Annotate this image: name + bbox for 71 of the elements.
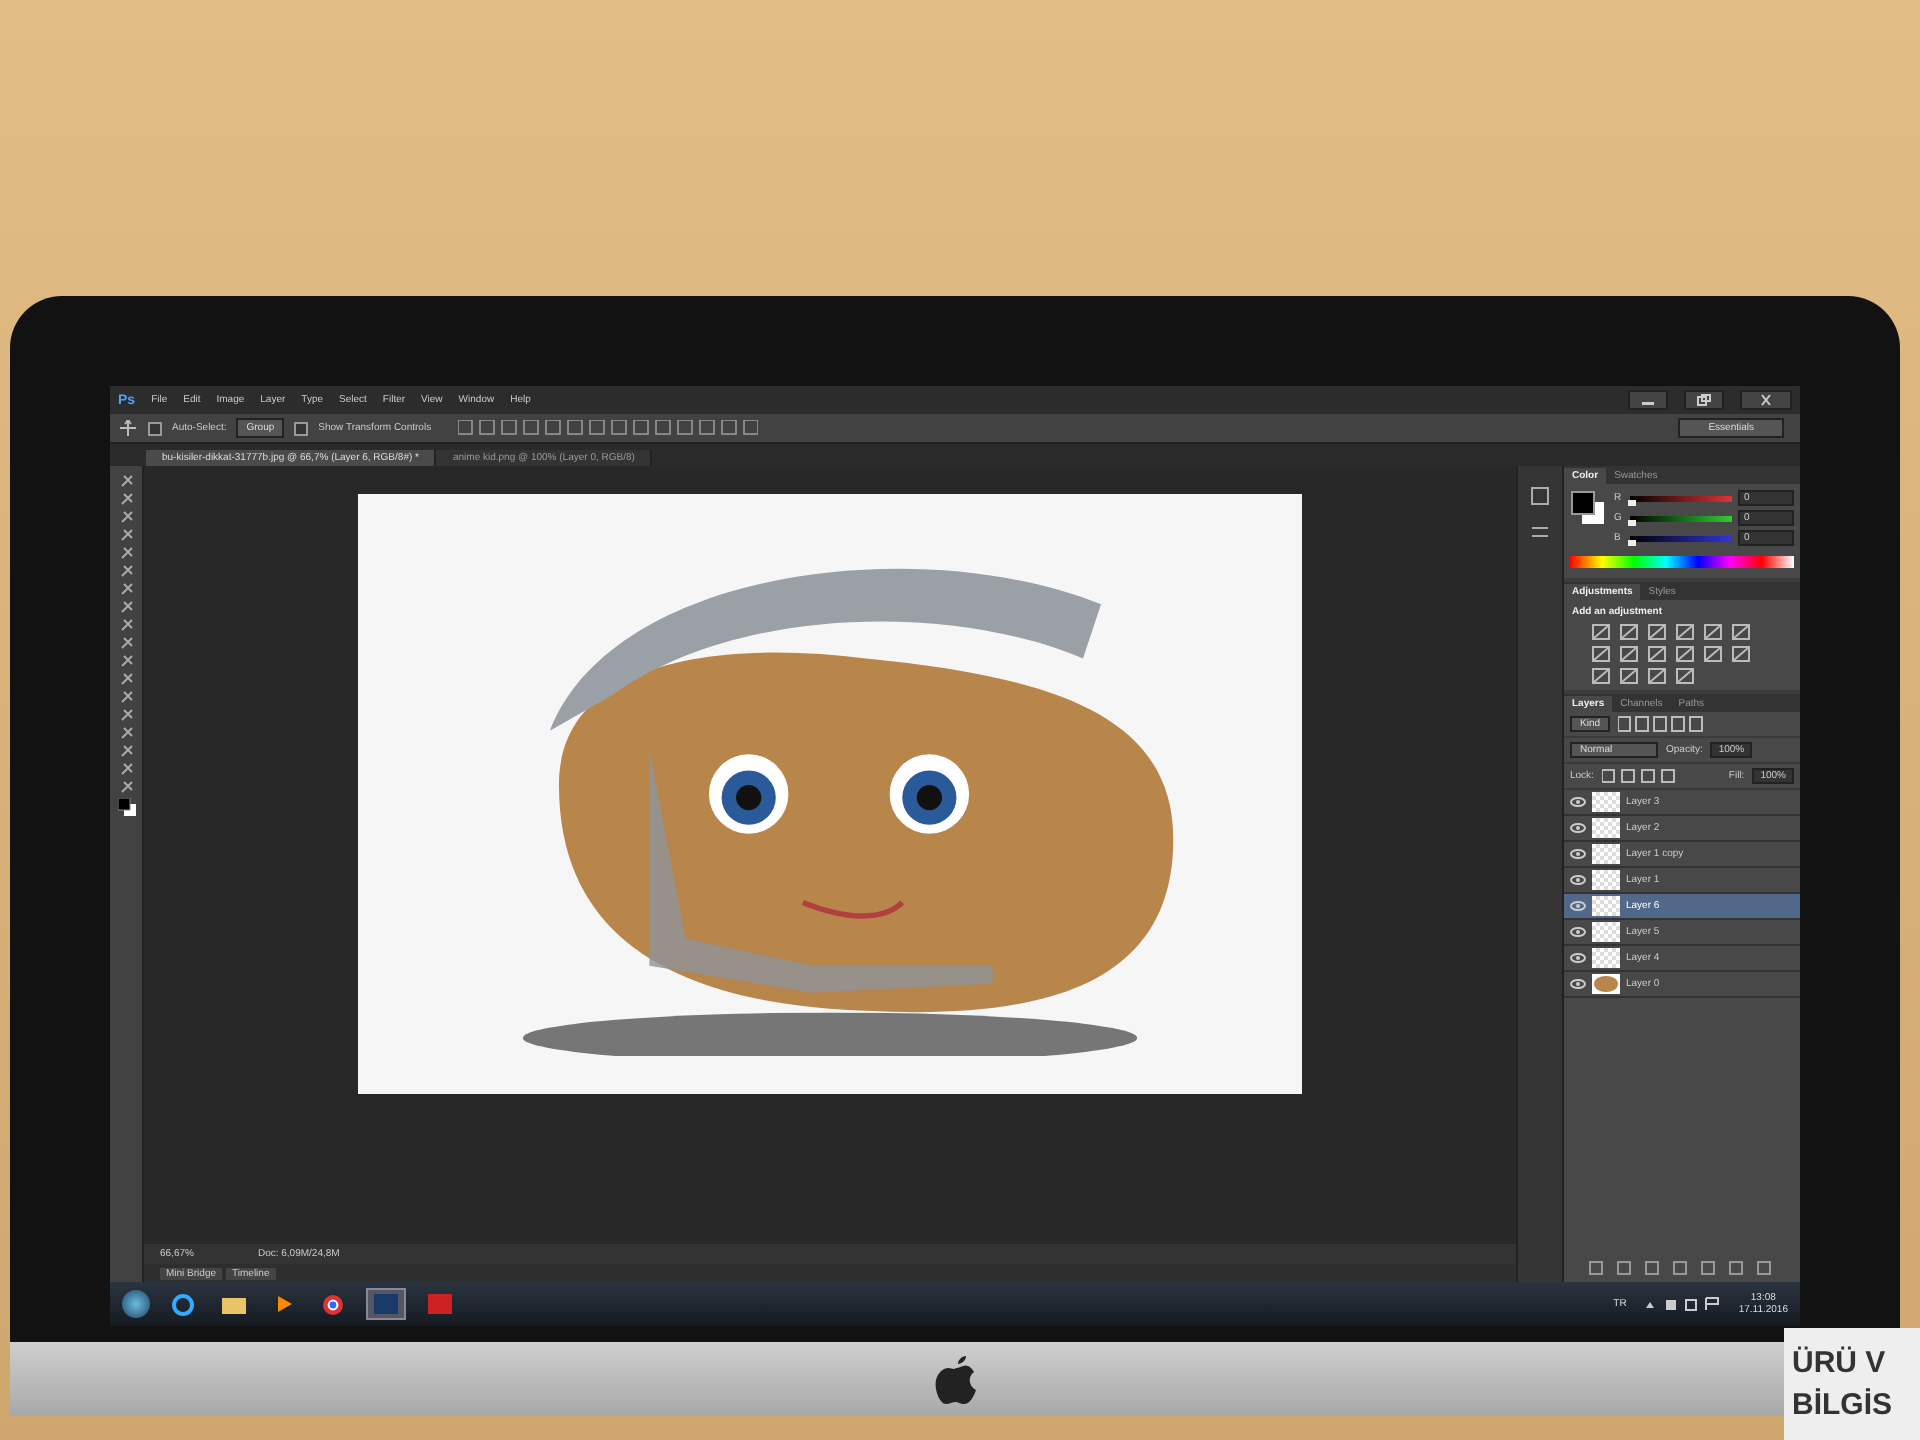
- adjustment-icon[interactable]: [1620, 668, 1638, 684]
- tool-icon[interactable]: [119, 618, 133, 632]
- layer-thumbnail: [1592, 792, 1620, 812]
- system-tray-icons[interactable]: [1642, 1296, 1723, 1312]
- tool-icon[interactable]: [119, 672, 133, 686]
- adjustment-icon[interactable]: [1676, 668, 1694, 684]
- adjustment-icon[interactable]: [1592, 646, 1610, 662]
- layer-thumbnail: [1592, 896, 1620, 916]
- app-icon[interactable]: [422, 1290, 458, 1318]
- close-icon[interactable]: [1740, 390, 1792, 410]
- apple-logo-icon: [933, 1353, 977, 1405]
- tool-icon[interactable]: [119, 708, 133, 722]
- start-button[interactable]: [122, 1290, 150, 1318]
- tool-icon[interactable]: [119, 474, 133, 488]
- tool-icon[interactable]: [119, 564, 133, 578]
- channel-slider[interactable]: [1630, 515, 1732, 521]
- color-swatches-icon[interactable]: [117, 798, 135, 816]
- layer-thumbnail: [1592, 818, 1620, 838]
- eye-icon[interactable]: [1570, 822, 1586, 834]
- adjustment-icon[interactable]: [1732, 624, 1750, 640]
- move-tool-icon[interactable]: [118, 420, 138, 436]
- tool-icon[interactable]: [119, 654, 133, 668]
- adjustment-icon[interactable]: [1704, 646, 1722, 662]
- channel-slider[interactable]: [1630, 535, 1732, 541]
- eye-icon[interactable]: [1570, 848, 1586, 860]
- history-icon[interactable]: [1530, 486, 1550, 506]
- filter-icons[interactable]: [1618, 716, 1707, 732]
- properties-icon[interactable]: [1530, 522, 1550, 542]
- tool-icon[interactable]: [119, 546, 133, 560]
- tool-icon[interactable]: [119, 636, 133, 650]
- transform-controls-checkbox[interactable]: [294, 421, 309, 435]
- minimize-icon[interactable]: [1628, 390, 1668, 410]
- layer-thumbnail: [1592, 948, 1620, 968]
- adjustment-icon[interactable]: [1676, 624, 1694, 640]
- tool-icon[interactable]: [119, 492, 133, 506]
- tool-icon[interactable]: [119, 510, 133, 524]
- eye-icon[interactable]: [1570, 978, 1586, 990]
- tool-icon[interactable]: [119, 600, 133, 614]
- layer-thumbnail: [1592, 922, 1620, 942]
- eye-icon[interactable]: [1570, 926, 1586, 938]
- eye-icon[interactable]: [1570, 874, 1586, 886]
- adjustment-icon[interactable]: [1648, 668, 1666, 684]
- eye-icon[interactable]: [1570, 952, 1586, 964]
- tool-icon[interactable]: [119, 780, 133, 794]
- tool-icon[interactable]: [119, 726, 133, 740]
- tool-icon[interactable]: [119, 582, 133, 596]
- tool-icon[interactable]: [119, 528, 133, 542]
- adjustment-icon[interactable]: [1732, 646, 1750, 662]
- tool-icon[interactable]: [119, 762, 133, 776]
- adjustment-icon[interactable]: [1592, 624, 1610, 640]
- layer-thumbnail: [1592, 974, 1620, 994]
- restore-icon[interactable]: [1684, 390, 1724, 410]
- align-buttons-icon[interactable]: [457, 420, 758, 436]
- sign-text: ÜRÜ V: [1792, 1346, 1888, 1380]
- color-spectrum-bar[interactable]: [1570, 556, 1794, 568]
- adjustment-icon[interactable]: [1592, 668, 1610, 684]
- channel-slider[interactable]: [1630, 495, 1732, 501]
- sign-text: BİLGİS: [1792, 1388, 1895, 1422]
- tool-icon[interactable]: [119, 744, 133, 758]
- adjustment-icon[interactable]: [1648, 646, 1666, 662]
- auto-select-checkbox[interactable]: [148, 421, 162, 435]
- adjustment-icon[interactable]: [1620, 646, 1638, 662]
- adjustment-icon[interactable]: [1620, 624, 1638, 640]
- eye-icon[interactable]: [1570, 900, 1586, 912]
- adjustment-icon[interactable]: [1704, 624, 1722, 640]
- adjustment-icon[interactable]: [1676, 646, 1694, 662]
- layer-thumbnail: [1592, 870, 1620, 890]
- layer-thumbnail: [1592, 844, 1620, 864]
- eye-icon[interactable]: [1570, 796, 1586, 808]
- tool-icon[interactable]: [119, 690, 133, 704]
- adjustment-icon[interactable]: [1648, 624, 1666, 640]
